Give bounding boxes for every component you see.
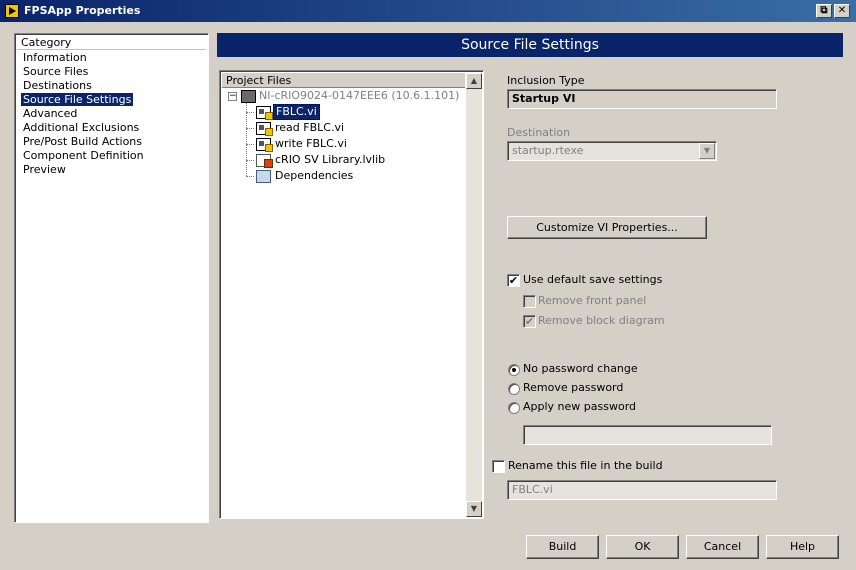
category-item-label: Pre/Post Build Actions	[23, 135, 142, 148]
category-item-additional-exclusions[interactable]: Additional Exclusions	[17, 121, 206, 135]
tree-item-label: read FBLC.vi	[275, 121, 345, 134]
tree-item-label: NI-cRIO9024-0147EEE6 (10.6.1.101)	[259, 89, 460, 102]
tree-connector	[246, 176, 254, 177]
scroll-up-button[interactable]: ▲	[466, 73, 482, 89]
inclusion-type-label: Inclusion Type	[507, 74, 585, 87]
tree-item-label: Dependencies	[275, 169, 354, 182]
tree-connector	[246, 112, 254, 113]
category-item-preview[interactable]: Preview	[17, 163, 206, 177]
vi-icon	[256, 138, 273, 152]
build-button[interactable]: Build	[526, 535, 599, 559]
vi-icon	[256, 106, 273, 120]
restore-button[interactable]: ⧉	[816, 4, 832, 18]
rename-file-field[interactable]: FBLC.vi	[507, 480, 777, 500]
no-password-change-label: No password change	[523, 362, 638, 375]
help-button[interactable]: Help	[766, 535, 839, 559]
category-header: Category	[17, 36, 206, 50]
category-item-label: Additional Exclusions	[23, 121, 140, 134]
category-list: Category Information Source Files Destin…	[14, 33, 209, 523]
remove-block-diagram-label: Remove block diagram	[538, 314, 665, 327]
scroll-down-button[interactable]: ▼	[466, 501, 482, 517]
rename-file-label: Rename this file in the build	[508, 459, 663, 472]
project-files-header: Project Files	[222, 73, 465, 88]
category-item-label: Advanced	[23, 107, 78, 120]
category-item-label: Destinations	[23, 79, 92, 92]
library-icon	[256, 154, 273, 168]
category-item-advanced[interactable]: Advanced	[17, 107, 206, 121]
page-title: Source File Settings	[217, 33, 843, 57]
close-button[interactable]: ✕	[834, 4, 850, 18]
tree-connector	[246, 160, 254, 161]
remove-front-panel-label: Remove front panel	[538, 294, 647, 307]
rename-file-checkbox[interactable]	[492, 460, 505, 473]
tree-connector	[246, 103, 247, 176]
destination-label: Destination	[507, 126, 571, 139]
apply-new-password-radio[interactable]	[508, 402, 520, 414]
remove-block-diagram-checkbox: ✔	[523, 315, 536, 328]
destination-value: startup.rtexe	[512, 144, 584, 157]
window-title: FPSApp Properties	[24, 4, 141, 17]
new-password-field[interactable]	[523, 425, 772, 445]
destination-dropdown[interactable]: startup.rtexe ▼	[507, 141, 717, 161]
category-item-source-file-settings[interactable]: Source File Settings	[17, 93, 206, 107]
target-icon	[241, 90, 256, 103]
category-items: Information Source Files Destinations So…	[17, 51, 206, 177]
apply-new-password-label: Apply new password	[523, 400, 637, 413]
tree-scrollbar[interactable]: ▲ ▼	[466, 73, 482, 517]
cancel-button[interactable]: Cancel	[686, 535, 759, 559]
chevron-down-icon[interactable]: ▼	[699, 143, 715, 159]
category-item-source-files[interactable]: Source Files	[17, 65, 206, 79]
category-item-component-definition[interactable]: Component Definition	[17, 149, 206, 163]
category-item-label: Information	[23, 51, 87, 64]
category-item-label: Component Definition	[23, 149, 144, 162]
labview-app-icon	[5, 4, 19, 18]
dependencies-icon	[256, 170, 271, 183]
title-bar: FPSApp Properties ⧉ ✕	[0, 0, 856, 22]
tree-item-label: write FBLC.vi	[275, 137, 347, 150]
no-password-change-radio[interactable]	[508, 364, 520, 376]
category-item-pre-post-build-actions[interactable]: Pre/Post Build Actions	[17, 135, 206, 149]
project-files-tree: Project Files ▲ ▼ − NI-cRIO9024-0147EEE6…	[219, 70, 484, 519]
tree-connector	[246, 144, 254, 145]
category-item-information[interactable]: Information	[17, 51, 206, 65]
vi-icon	[256, 122, 273, 136]
category-item-label: Source File Settings	[21, 93, 134, 106]
customize-vi-properties-button[interactable]: Customize VI Properties...	[507, 216, 707, 239]
category-item-label: Source Files	[23, 65, 89, 78]
tree-connector	[246, 128, 254, 129]
tree-item-label: FBLC.vi	[273, 104, 320, 120]
use-default-save-label: Use default save settings	[523, 273, 663, 286]
remove-front-panel-checkbox	[523, 295, 536, 308]
category-item-label: Preview	[23, 163, 66, 176]
tree-item-label: cRIO SV Library.lvlib	[275, 153, 386, 166]
category-item-destinations[interactable]: Destinations	[17, 79, 206, 93]
remove-password-radio[interactable]	[508, 383, 520, 395]
remove-password-label: Remove password	[523, 381, 624, 394]
ok-button[interactable]: OK	[606, 535, 679, 559]
inclusion-type-field: Startup VI	[507, 89, 777, 109]
use-default-save-checkbox[interactable]: ✔	[507, 274, 520, 287]
collapse-icon[interactable]: −	[228, 92, 237, 101]
